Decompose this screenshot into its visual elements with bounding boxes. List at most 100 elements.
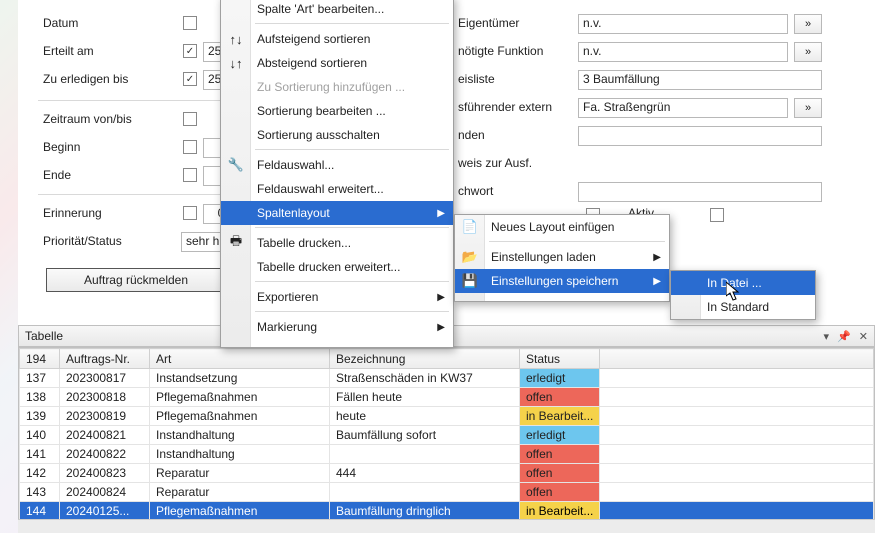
pin-icon[interactable]: ▾ (824, 330, 830, 343)
table-cell: 141 (20, 445, 60, 464)
menu-item-label: Neues Layout einfügen (491, 220, 614, 234)
divider (38, 100, 238, 101)
table-cell: erledigt (520, 426, 600, 445)
map-sidebar (0, 0, 18, 533)
table-row[interactable]: 139202300819Pflegemaßnahmenheutein Bearb… (20, 407, 874, 426)
checkbox-datum[interactable] (183, 16, 197, 30)
menu-item[interactable]: Markierung ▶ (221, 315, 453, 339)
label-erinnerung: Erinnerung (43, 206, 102, 220)
table-row[interactable]: 137202300817InstandsetzungStraßenschäden… (20, 369, 874, 388)
table-cell (600, 464, 874, 483)
menu-item-icon: 💾 (461, 273, 479, 289)
table-cell: Baumfällung dringlich (330, 502, 520, 521)
checkbox-erteilt[interactable] (183, 44, 197, 58)
menu-item[interactable]: Feldauswahl erweitert... (221, 177, 453, 201)
col-art[interactable]: Art (150, 349, 330, 369)
menu-item[interactable]: 📄 Neues Layout einfügen (455, 215, 669, 239)
menu-item-label: Sortierung ausschalten (257, 128, 380, 142)
horizontal-scrollbar[interactable] (18, 519, 875, 533)
spaltenlayout-submenu[interactable]: 📄 Neues Layout einfügen 📂Einstellungen lad… (454, 214, 670, 302)
menu-item[interactable]: In Datei ... (671, 271, 815, 295)
table-row[interactable]: 138202300818PflegemaßnahmenFällen heuteo… (20, 388, 874, 407)
field-funktion[interactable]: n.v. (578, 42, 788, 62)
menu-item[interactable]: Spaltenlayout▶ (221, 201, 453, 225)
menu-item[interactable]: ↑↓Aufsteigend sortieren (221, 27, 453, 51)
table-cell: Instandhaltung (150, 426, 330, 445)
table-row[interactable]: 140202400821InstandhaltungBaumfällung so… (20, 426, 874, 445)
pin-icon[interactable]: 📌 (837, 330, 851, 343)
table-cell: Reparatur (150, 464, 330, 483)
menu-item-label: Feldauswahl erweitert... (257, 182, 384, 196)
label-zeitraum: Zeitraum von/bis (43, 112, 132, 126)
button-funktion-more[interactable]: » (794, 42, 822, 62)
table-cell: 137 (20, 369, 60, 388)
menu-item[interactable]: Tabelle drucken erweitert... (221, 255, 453, 279)
button-rueckmelden[interactable]: Auftrag rückmelden (46, 268, 226, 292)
close-icon[interactable]: ✕ (859, 330, 868, 343)
data-grid[interactable]: 194 Auftrags-Nr. Art Bezeichnung Status … (18, 347, 875, 527)
checkbox-beginn[interactable] (183, 140, 197, 154)
menu-item-icon: 📄 (461, 219, 479, 235)
checkbox-erinnerung[interactable] (183, 206, 197, 220)
label-eigentuemer: Eigentümer (458, 16, 519, 30)
menu-item[interactable]: 🔧Feldauswahl... (221, 153, 453, 177)
col-auftragsnr[interactable]: Auftrags-Nr. (60, 349, 150, 369)
checkbox-ende[interactable] (183, 168, 197, 182)
menu-item[interactable]: Exportieren▶ (221, 285, 453, 309)
menu-item[interactable]: ↓↑Absteigend sortieren (221, 51, 453, 75)
checkbox-aktiv[interactable] (710, 208, 724, 222)
table-cell: heute (330, 407, 520, 426)
table-cell: Pflegemaßnahmen (150, 388, 330, 407)
menu-item[interactable]: Spalte 'Art' bearbeiten... (221, 0, 453, 21)
table-row[interactable]: 141202400822Instandhaltungoffen (20, 445, 874, 464)
panel-title: Tabelle (25, 329, 63, 343)
col-bezeichnung[interactable]: Bezeichnung (330, 349, 520, 369)
checkbox-zeitraum[interactable] (183, 112, 197, 126)
table-cell (600, 502, 874, 521)
table-cell: offen (520, 388, 600, 407)
chevron-right-icon: ▶ (437, 322, 445, 333)
menu-item-label: Einstellungen laden (491, 250, 596, 264)
table-cell (600, 407, 874, 426)
speichern-submenu[interactable]: In Datei ...In Standard (670, 270, 816, 320)
table-cell: Baumfällung sofort (330, 426, 520, 445)
table-cell: Instandsetzung (150, 369, 330, 388)
menu-item[interactable]: 🖶Tabelle drucken... (221, 231, 453, 255)
field-ausfuehrender[interactable]: Fa. Straßengrün (578, 98, 788, 118)
table-cell: erledigt (520, 369, 600, 388)
menu-item[interactable]: 📂Einstellungen laden▶ (455, 245, 669, 269)
table-cell: offen (520, 464, 600, 483)
field-chwort[interactable] (578, 182, 822, 202)
menu-item[interactable]: In Standard (671, 295, 815, 319)
menu-item-icon: ↑↓ (227, 32, 245, 47)
table-cell: 202400821 (60, 426, 150, 445)
table-cell (330, 483, 520, 502)
label-prioritaet: Priorität/Status (43, 234, 122, 248)
label-erteilt: Erteilt am (43, 44, 94, 58)
menu-item-label: Feldauswahl... (257, 158, 334, 172)
label-funktion: nötigte Funktion (458, 44, 543, 58)
table-cell: 143 (20, 483, 60, 502)
menu-item[interactable]: Sortierung ausschalten (221, 123, 453, 147)
table-row[interactable]: 14420240125...PflegemaßnahmenBaumfällung… (20, 502, 874, 521)
column-context-menu[interactable]: Spalte 'Art' bearbeiten... ↑↓Aufsteigend … (220, 0, 454, 348)
button-eigentuemer-more[interactable]: » (794, 14, 822, 34)
table-cell: offen (520, 483, 600, 502)
table-cell: in Bearbeit... (520, 407, 600, 426)
field-nden[interactable] (578, 126, 822, 146)
field-eigentuemer[interactable]: n.v. (578, 14, 788, 34)
checkbox-erledigen[interactable] (183, 72, 197, 86)
table-cell: Fällen heute (330, 388, 520, 407)
menu-item-label: Markierung (257, 320, 317, 334)
button-ausfuehrender-more[interactable]: » (794, 98, 822, 118)
table-row[interactable]: 143202400824Reparaturoffen (20, 483, 874, 502)
table-row[interactable]: 142202400823Reparatur444offen (20, 464, 874, 483)
field-preisliste[interactable]: 3 Baumfällung (578, 70, 822, 90)
table-cell: 139 (20, 407, 60, 426)
menu-item[interactable]: Sortierung bearbeiten ... (221, 99, 453, 123)
table-cell: 444 (330, 464, 520, 483)
col-status[interactable]: Status (520, 349, 600, 369)
menu-item[interactable]: 💾Einstellungen speichern▶ (455, 269, 669, 293)
table-cell: Reparatur (150, 483, 330, 502)
col-rownum[interactable]: 194 (20, 349, 60, 369)
